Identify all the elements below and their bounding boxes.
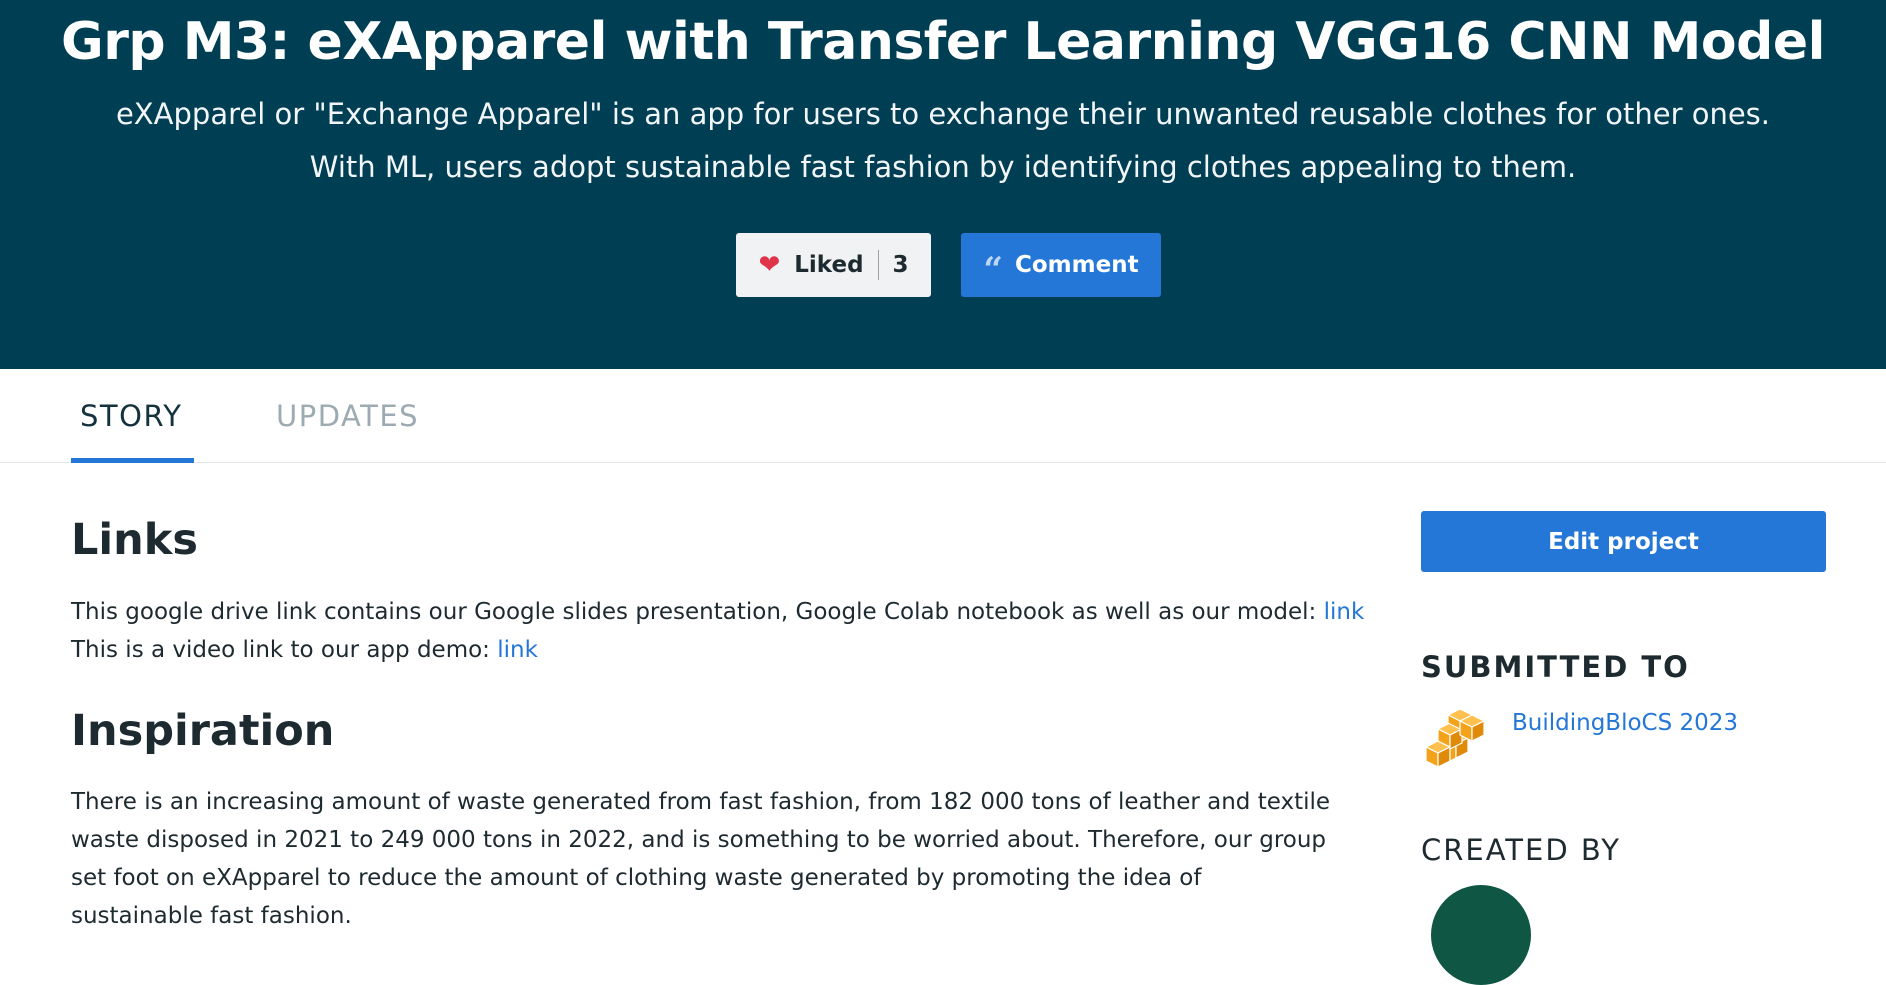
tab-updates[interactable]: UPDATES <box>276 399 419 433</box>
links-text-2: This is a video link to our app demo: <box>71 637 498 663</box>
inspiration-paragraph: There is an increasing amount of waste g… <box>71 789 1331 929</box>
like-label: Liked <box>794 252 864 278</box>
quote-icon: “ <box>983 250 1003 290</box>
like-count: 3 <box>892 252 909 278</box>
heart-icon: ❤ <box>758 250 781 280</box>
drive-link[interactable]: link <box>1324 599 1365 625</box>
links-heading: Links <box>71 515 198 565</box>
active-tab-indicator <box>71 458 194 463</box>
created-by-heading: CREATED BY <box>1421 833 1621 867</box>
hackathon-link[interactable]: BuildingBloCS 2023 <box>1512 710 1738 736</box>
links-paragraph: This google drive link contains our Goog… <box>71 593 1366 669</box>
inspiration-heading: Inspiration <box>71 706 335 756</box>
comment-button[interactable]: “ Comment <box>961 233 1161 297</box>
stacked-cubes-logo[interactable] <box>1424 707 1486 769</box>
project-title: Grp M3: eXApparel with Transfer Learning… <box>61 12 1825 72</box>
project-header: Grp M3: eXApparel with Transfer Learning… <box>0 0 1886 369</box>
comment-label: Comment <box>1014 252 1139 278</box>
project-tagline: eXApparel or "Exchange Apparel" is an ap… <box>115 97 1771 184</box>
like-divider <box>877 250 879 280</box>
like-button[interactable]: ❤ Liked 3 <box>736 233 931 297</box>
project-tabs: STORY UPDATES <box>0 369 1886 463</box>
video-link[interactable]: link <box>497 637 538 663</box>
submitted-to-heading: SUBMITTED TO <box>1421 650 1690 684</box>
creator-avatar[interactable] <box>1431 885 1531 985</box>
links-text-1: This google drive link contains our Goog… <box>71 599 1324 625</box>
tab-story[interactable]: STORY <box>80 399 182 433</box>
edit-project-button[interactable]: Edit project <box>1421 511 1826 572</box>
